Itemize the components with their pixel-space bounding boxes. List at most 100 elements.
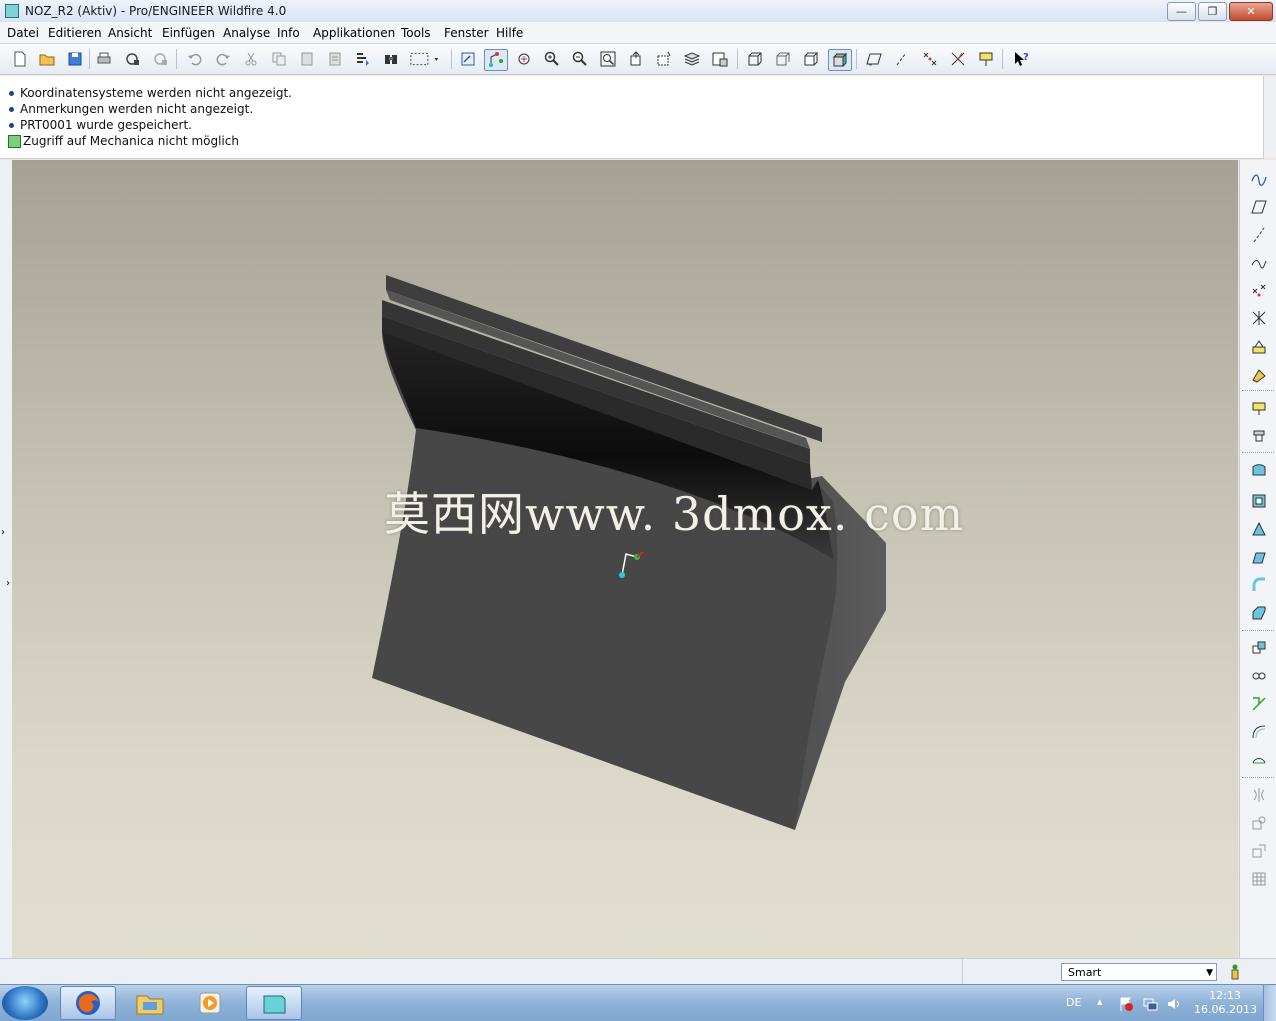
volume-icon[interactable] [1166, 996, 1182, 1012]
group-icon[interactable] [1249, 638, 1269, 658]
new-file-icon[interactable] [9, 49, 31, 69]
menu-einfuegen[interactable]: Einfügen [162, 26, 215, 40]
offset-icon[interactable] [1249, 813, 1269, 833]
datum-axis-icon[interactable] [1249, 225, 1269, 245]
paste-special-icon[interactable] [324, 49, 346, 69]
menu-datei[interactable]: Datei [7, 26, 39, 40]
taskbar-firefox[interactable] [60, 986, 116, 1020]
menu-editieren[interactable]: Editieren [48, 26, 102, 40]
close-button[interactable]: ✕ [1229, 2, 1273, 21]
title-bar: NOZ_R2 (Aktiv) - Pro/ENGINEER Wildfire 4… [0, 0, 1276, 23]
menu-tools[interactable]: Tools [401, 26, 431, 40]
send-mail-icon[interactable] [121, 49, 143, 69]
extrude-icon[interactable] [1249, 398, 1269, 418]
taskbar-media-player[interactable] [182, 986, 238, 1020]
start-button[interactable] [2, 986, 48, 1020]
open-folder-icon[interactable] [36, 49, 58, 69]
datum-points-icon[interactable] [919, 49, 941, 69]
undo-icon[interactable] [184, 49, 206, 69]
shell-icon[interactable] [1249, 491, 1269, 511]
chamfer-icon[interactable] [1249, 603, 1269, 623]
trim-icon[interactable] [1249, 785, 1269, 805]
context-help-icon[interactable]: ? [1010, 49, 1032, 69]
reorient-icon[interactable] [625, 49, 647, 69]
window-controls: — ❐ ✕ [1167, 2, 1273, 21]
firefox-icon [76, 991, 100, 1015]
zoom-in-icon[interactable] [541, 49, 563, 69]
menu-applikationen[interactable]: Applikationen [313, 26, 395, 40]
mirror-icon[interactable] [1249, 722, 1269, 742]
expand-arrow-icon[interactable]: › [1, 527, 5, 538]
paste-icon[interactable] [296, 49, 318, 69]
print-icon[interactable] [93, 49, 115, 69]
datum-point-icon[interactable] [1249, 280, 1269, 300]
menu-fenster[interactable]: Fenster [444, 26, 489, 40]
mail-icon[interactable] [149, 49, 171, 69]
merge-icon[interactable] [1249, 750, 1269, 770]
thicken-icon[interactable] [1249, 841, 1269, 861]
message-line: Zugriff auf Mechanica nicht möglich [8, 134, 239, 148]
datum-curve-icon[interactable] [1249, 252, 1269, 272]
no-hidden-icon[interactable] [800, 49, 822, 69]
hole-icon[interactable] [1249, 460, 1269, 480]
refit-icon[interactable] [597, 49, 619, 69]
network-icon[interactable] [1142, 996, 1158, 1012]
annotations-icon[interactable] [975, 49, 997, 69]
view-manager-icon[interactable] [709, 49, 731, 69]
action-center-flag-icon[interactable] [1118, 996, 1134, 1012]
taskbar-proe[interactable] [246, 986, 302, 1020]
rib-icon[interactable] [1249, 519, 1269, 539]
menu-analyse[interactable]: Analyse [223, 26, 270, 40]
svg-text:?: ? [1023, 52, 1029, 63]
system-clock[interactable]: 12:13 16.06.2013 [1194, 989, 1257, 1017]
menu-ansicht[interactable]: Ansicht [108, 26, 152, 40]
model-view[interactable] [12, 160, 1238, 958]
find-icon[interactable] [380, 49, 402, 69]
datum-axes-icon[interactable] [891, 49, 913, 69]
menu-hilfe[interactable]: Hilfe [496, 26, 523, 40]
clock-date: 16.06.2013 [1194, 1003, 1257, 1016]
selection-filter-dropdown[interactable]: Smart ▼ [1061, 963, 1217, 981]
save-icon[interactable] [64, 49, 86, 69]
redraw-icon[interactable] [457, 49, 479, 69]
layers-icon[interactable] [681, 49, 703, 69]
restore-button[interactable]: ❐ [1198, 2, 1227, 21]
draft-icon[interactable] [1249, 547, 1269, 567]
main-toolbar: ? [0, 44, 1276, 75]
wireframe-icon[interactable] [744, 49, 766, 69]
graphics-window[interactable]: 莫西网www. 3dmox. com [12, 160, 1238, 958]
cut-icon[interactable] [240, 49, 262, 69]
analysis-feature-icon[interactable] [1249, 337, 1269, 357]
sketch-tool-icon[interactable] [1249, 168, 1269, 188]
taskbar-explorer[interactable] [122, 986, 178, 1020]
solidify-icon[interactable] [1249, 869, 1269, 889]
show-desktop-button[interactable] [1263, 985, 1276, 1021]
zoom-out-icon[interactable] [569, 49, 591, 69]
round-icon[interactable] [1249, 575, 1269, 595]
datum-plane-icon[interactable] [1249, 197, 1269, 217]
language-indicator[interactable]: DE [1066, 996, 1081, 1009]
orient-mode-icon[interactable] [513, 49, 535, 69]
expand-arrow-icon[interactable]: › [6, 578, 10, 589]
menu-info[interactable]: Info [277, 26, 300, 40]
shading-icon[interactable] [828, 49, 852, 71]
regenerate-icon[interactable] [352, 49, 374, 69]
explorer-folder-icon [136, 995, 164, 1015]
coordinate-systems-icon[interactable] [947, 49, 969, 69]
copy-feature-icon[interactable] [1249, 666, 1269, 686]
datum-planes-icon[interactable] [863, 49, 885, 69]
minimize-button[interactable]: — [1167, 2, 1196, 21]
hidden-line-icon[interactable] [772, 49, 794, 69]
copy-icon[interactable] [268, 49, 290, 69]
revolve-icon[interactable] [1249, 426, 1269, 446]
tray-expand-icon[interactable]: ▴ [1097, 995, 1103, 1008]
traffic-light-icon [1231, 964, 1239, 980]
spin-center-icon[interactable] [484, 49, 508, 71]
coordinate-system-icon[interactable] [1249, 308, 1269, 328]
pattern-icon[interactable] [1249, 694, 1269, 714]
selection-box-icon[interactable] [408, 49, 444, 69]
redo-icon[interactable] [212, 49, 234, 69]
message-scrollbar[interactable] [1263, 76, 1276, 158]
insert-part-icon[interactable] [1249, 365, 1269, 385]
saved-views-icon[interactable] [653, 49, 675, 69]
